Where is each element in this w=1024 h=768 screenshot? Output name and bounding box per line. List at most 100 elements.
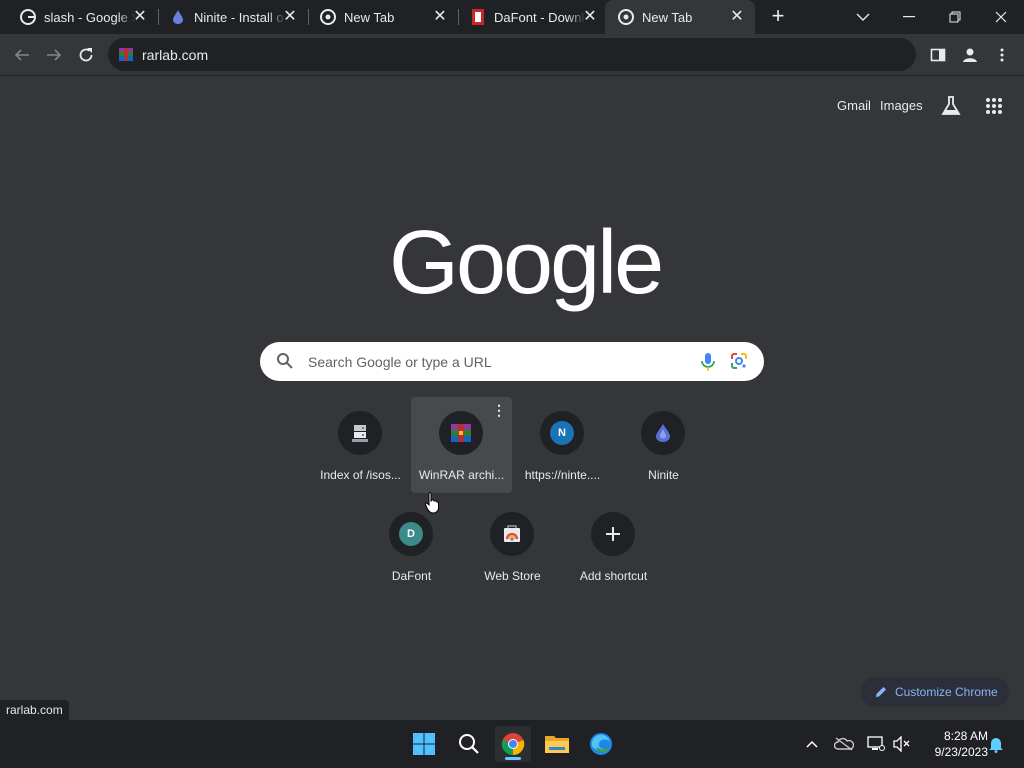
winrar-icon <box>451 424 471 442</box>
folder-icon <box>545 736 569 753</box>
add-shortcut-tile[interactable]: Add shortcut <box>563 498 664 594</box>
forward-button[interactable] <box>42 43 66 67</box>
shortcut-icon-bg: N <box>540 411 584 455</box>
search-box[interactable] <box>260 342 764 381</box>
tab-google[interactable]: slash - Google S ✕ <box>0 0 158 34</box>
images-link[interactable]: Images <box>880 98 923 113</box>
google-lens-icon[interactable] <box>730 352 748 370</box>
profile-icon[interactable] <box>958 43 982 67</box>
shortcut-label: Index of /isos... <box>320 468 401 482</box>
pencil-icon <box>875 686 887 698</box>
shortcut-tile[interactable]: Web Store <box>462 498 563 594</box>
tab-title: Ninite - Install o <box>194 9 284 25</box>
system-clock[interactable]: 8:28 AM 9/23/2023 <box>920 728 988 760</box>
search-icon <box>276 352 296 372</box>
menu-kebab-icon[interactable] <box>990 43 1014 67</box>
volume-muted-icon[interactable] <box>892 734 912 754</box>
tab-ninite[interactable]: Ninite - Install o ✕ <box>150 0 308 34</box>
close-icon[interactable]: ✕ <box>282 9 298 25</box>
customize-chrome-button[interactable]: Customize Chrome <box>861 677 1009 707</box>
tab-newtab-active[interactable]: New Tab ✕ <box>605 0 755 34</box>
tab-title: New Tab <box>642 9 693 25</box>
reload-icon <box>79 48 93 62</box>
close-icon[interactable]: ✕ <box>432 9 448 25</box>
taskbar-file-explorer-button[interactable] <box>539 726 575 762</box>
gmail-link[interactable]: Gmail <box>837 98 871 113</box>
shortcut-tile[interactable]: N https://ninte.... <box>512 397 613 493</box>
taskbar-chrome-button[interactable] <box>495 726 531 762</box>
tab-title: New Tab <box>344 9 395 25</box>
tab-strip: slash - Google S ✕ Ninite - Install o ✕ … <box>0 0 1024 34</box>
restore-button[interactable] <box>932 0 978 34</box>
shortcut-icon-bg <box>439 411 483 455</box>
status-bubble: rarlab.com <box>0 700 69 720</box>
search-icon <box>459 734 479 754</box>
search-input[interactable] <box>306 352 680 371</box>
shortcut-label: DaFont <box>391 569 432 583</box>
side-panel-icon[interactable] <box>926 43 950 67</box>
shortcut-tile[interactable]: Ninite <box>613 397 714 493</box>
running-indicator <box>505 757 521 760</box>
hand-cursor-icon <box>424 492 439 514</box>
server-icon <box>352 425 368 442</box>
minimize-button[interactable] <box>886 0 932 34</box>
onedrive-offline-icon[interactable] <box>834 734 854 754</box>
address-bar[interactable]: rarlab.com <box>108 38 916 71</box>
shortcut-icon-bg <box>641 411 685 455</box>
close-icon[interactable]: ✕ <box>729 9 745 25</box>
google-logo: Google <box>389 213 664 313</box>
shortcut-tile[interactable]: D DaFont <box>361 498 462 594</box>
ninite-icon <box>656 424 670 442</box>
close-icon[interactable]: ✕ <box>132 9 148 25</box>
chrome-icon <box>501 733 525 756</box>
windows-taskbar: 8:28 AM 9/23/2023 <box>0 720 1024 768</box>
clock-date: 9/23/2023 <box>934 745 988 759</box>
ninite-icon <box>170 9 186 25</box>
labs-flask-icon[interactable] <box>940 95 962 117</box>
taskbar-edge-button[interactable] <box>583 726 619 762</box>
customize-label: Customize Chrome <box>895 685 998 699</box>
arrow-right-icon <box>47 49 62 61</box>
letter-d-icon: D <box>399 522 423 546</box>
shortcut-icon-bg: D <box>389 512 433 556</box>
shortcut-tile[interactable]: Index of /isos... <box>310 397 411 493</box>
chrome-icon <box>618 9 634 25</box>
shortcut-icon-bg <box>338 411 382 455</box>
winrar-icon <box>118 47 134 63</box>
tray-overflow-chevron-icon[interactable] <box>802 734 822 754</box>
google-icon <box>20 9 36 25</box>
network-icon[interactable] <box>866 734 886 754</box>
taskbar-search-button[interactable] <box>451 726 487 762</box>
tab-search-chevron-icon[interactable] <box>840 0 886 34</box>
new-tab-button[interactable]: + <box>766 5 790 29</box>
clock-time: 8:28 AM <box>943 729 988 743</box>
shortcut-icon-bg <box>490 512 534 556</box>
shortcut-label: Web Store <box>484 569 541 583</box>
shortcut-more-options-icon[interactable]: ⋮ <box>492 403 506 419</box>
edge-icon <box>590 733 612 755</box>
arrow-left-icon <box>14 49 29 61</box>
apps-grid-icon[interactable] <box>985 97 1003 115</box>
shortcut-label: Add shortcut <box>579 569 648 583</box>
close-icon[interactable]: ✕ <box>582 9 598 25</box>
webstore-icon <box>504 525 520 542</box>
start-button[interactable] <box>406 726 442 762</box>
reload-button[interactable] <box>74 43 98 67</box>
url-text: rarlab.com <box>142 46 209 63</box>
tab-title: slash - Google S <box>44 9 136 25</box>
toolbar: rarlab.com <box>0 34 1024 76</box>
windows-logo-icon <box>413 733 435 755</box>
notification-bell-icon[interactable] <box>986 734 1006 754</box>
shortcut-tile-hovered[interactable]: ⋮ WinRAR archi... <box>411 397 512 493</box>
tab-newtab[interactable]: New Tab ✕ <box>300 0 458 34</box>
shortcut-icon-bg <box>591 512 635 556</box>
voice-search-mic-icon[interactable] <box>700 352 716 372</box>
tab-title: DaFont - Downl <box>494 9 585 25</box>
back-button[interactable] <box>10 43 34 67</box>
chrome-icon <box>320 9 336 25</box>
close-window-button[interactable] <box>978 0 1024 34</box>
tab-dafont[interactable]: DaFont - Downl ✕ <box>450 0 608 34</box>
plus-icon <box>606 527 620 541</box>
shortcut-label: WinRAR archi... <box>418 468 505 482</box>
dafont-icon <box>470 9 486 25</box>
